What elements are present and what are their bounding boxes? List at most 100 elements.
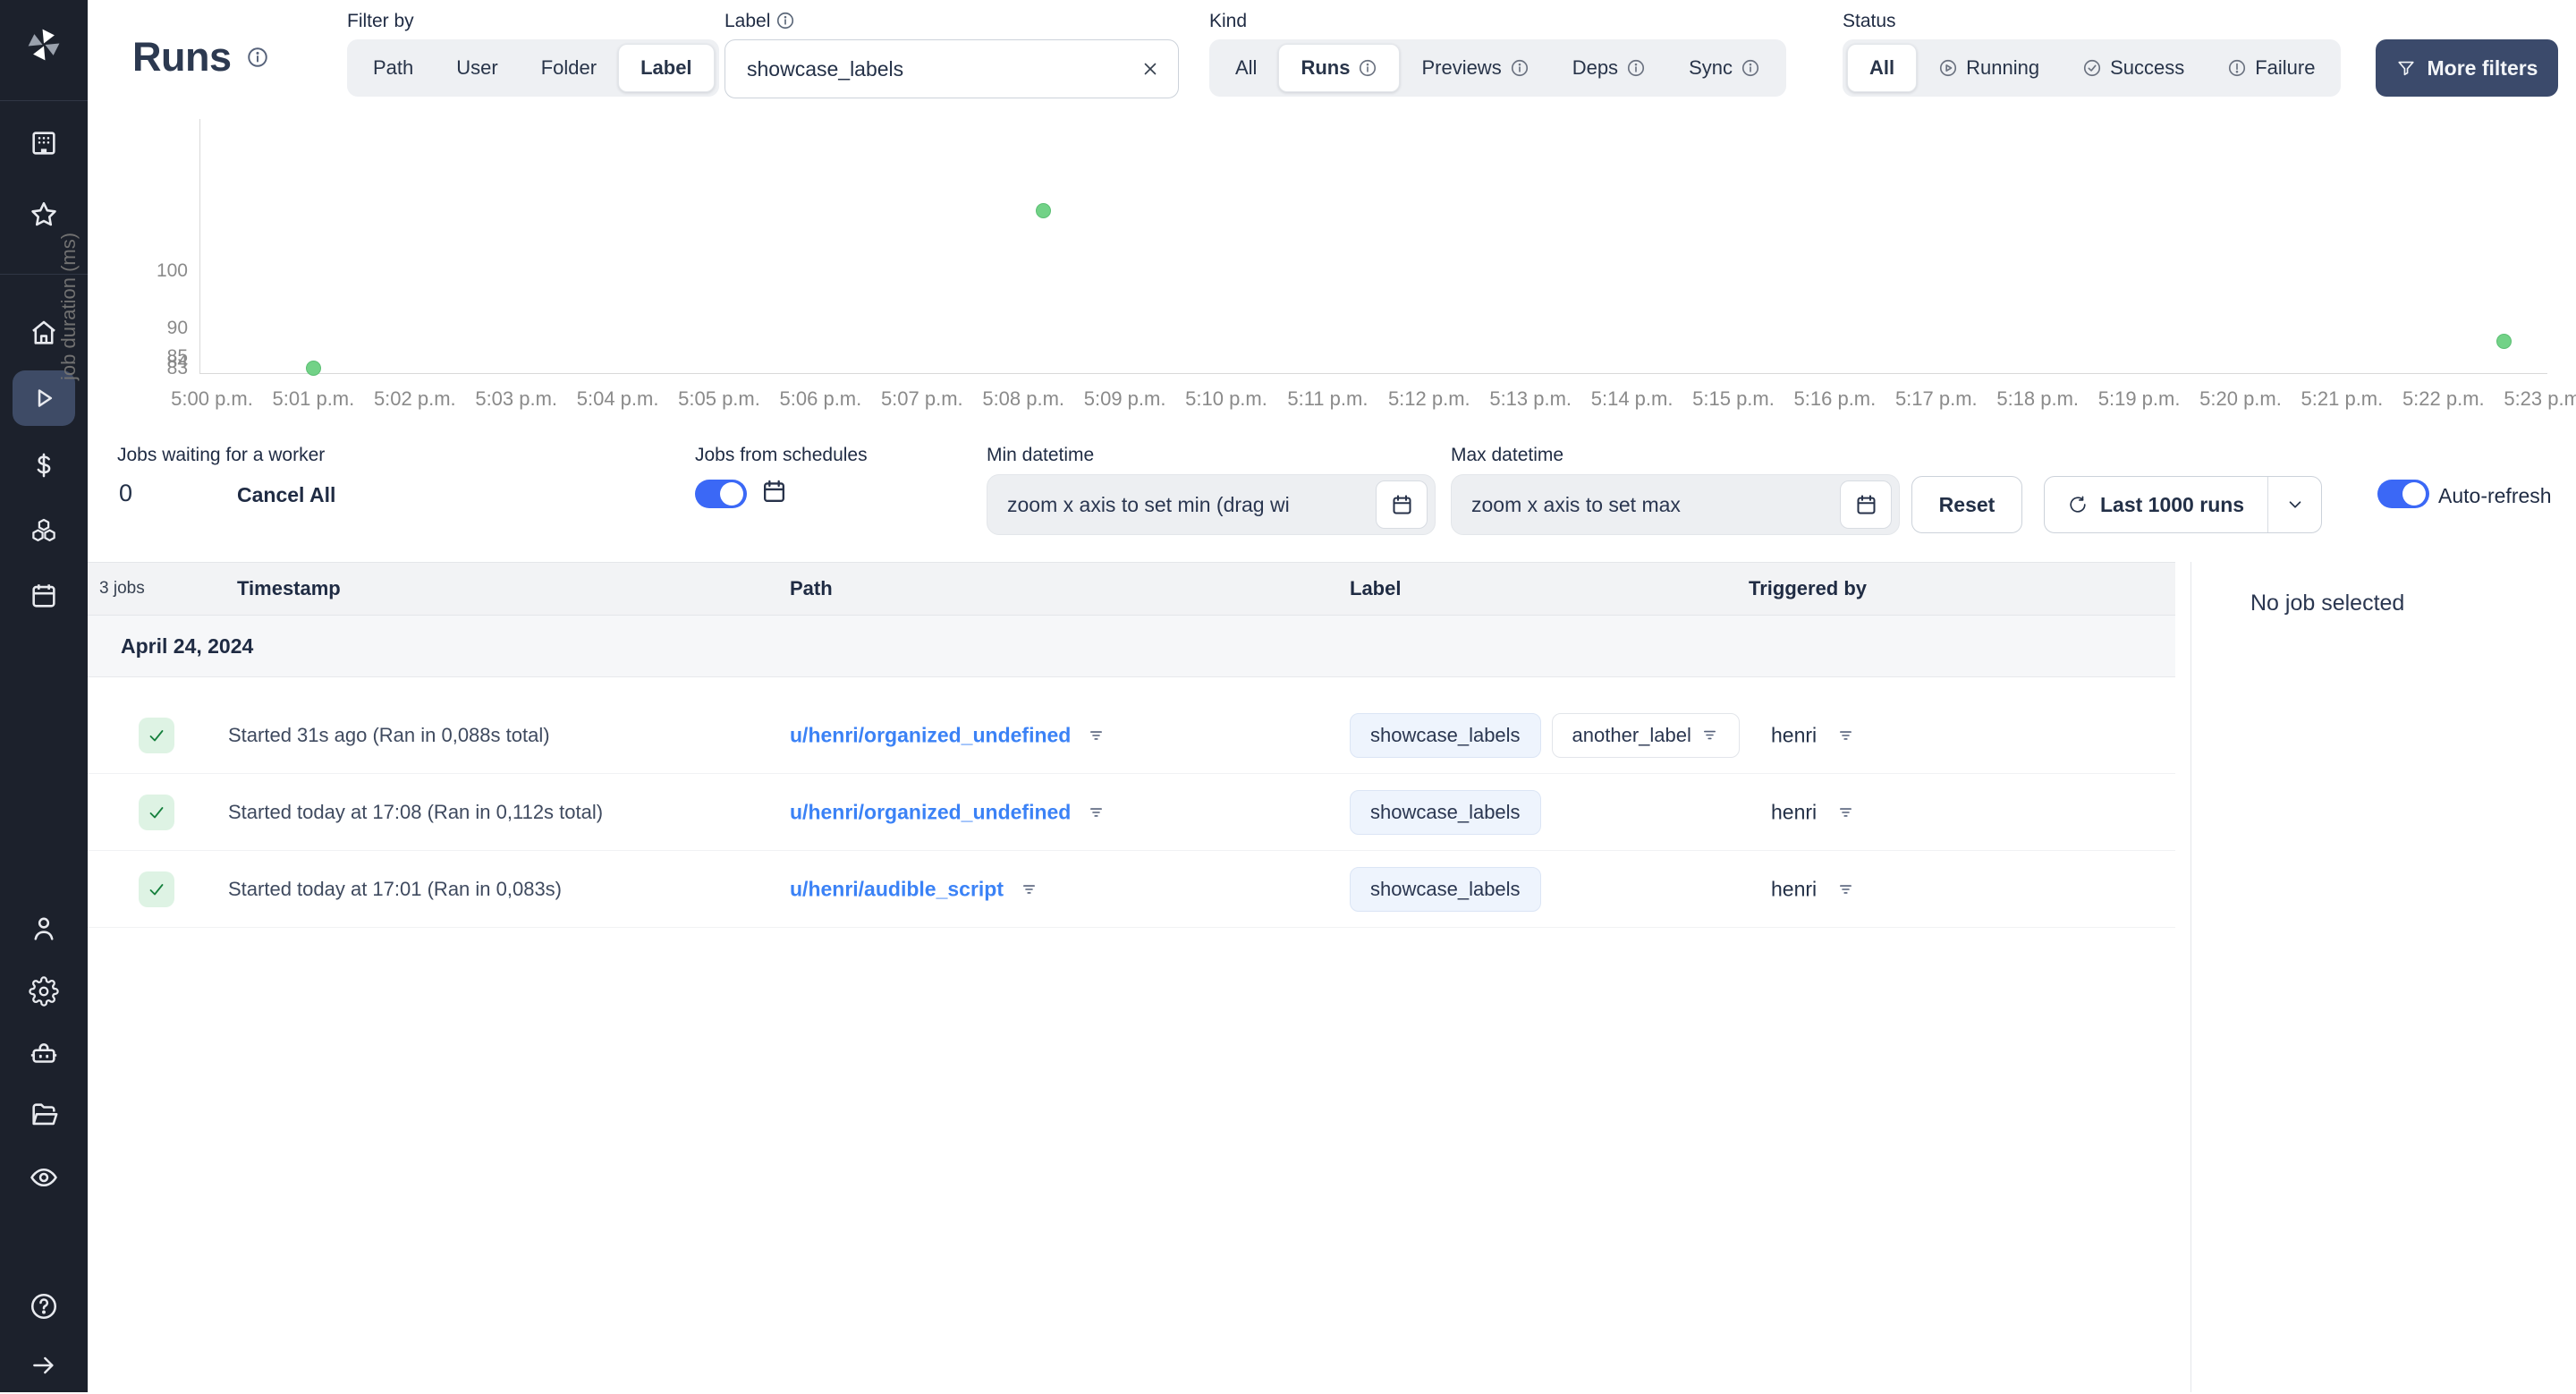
status-option-success[interactable]: Success <box>2061 44 2206 92</box>
refresh-runs-button[interactable]: Last 1000 runs <box>2045 477 2267 532</box>
triggered-by-user: henri <box>1771 723 1818 746</box>
min-datetime-placeholder: zoom x axis to set min (drag wi <box>1007 492 1290 516</box>
x-tick-label: 5:06 p.m. <box>779 387 862 410</box>
sidebar-item-folders[interactable] <box>0 1086 88 1143</box>
x-tick-label: 5:22 p.m. <box>2402 387 2485 410</box>
job-row[interactable]: Started today at 17:01 (Ran in 0,083s) u… <box>88 851 2175 928</box>
info-icon <box>1510 58 1530 78</box>
job-timestamp: Started today at 17:08 (Ran in 0,112s to… <box>228 800 604 823</box>
triggered-by-user: henri <box>1771 800 1818 823</box>
max-datetime-label: Max datetime <box>1451 445 1564 465</box>
job-labels: showcase_labels another_label <box>1350 712 1740 758</box>
jobs-table-body: Started 31s ago (Ran in 0,088s total) u/… <box>88 677 2175 928</box>
sidebar-item-collapse[interactable] <box>0 1337 88 1394</box>
filter-by-option-folder[interactable]: Folder <box>520 44 618 92</box>
job-path-link[interactable]: u/henri/organized_undefined <box>790 800 1071 824</box>
x-tick-label: 5:03 p.m. <box>475 387 558 410</box>
calendar-icon <box>29 581 59 611</box>
auto-refresh-label: Auto-refresh <box>2438 484 2552 507</box>
label-chip[interactable]: another_label <box>1551 712 1740 758</box>
label-filter-field <box>724 39 1179 98</box>
x-tick-label: 5:07 p.m. <box>880 387 963 410</box>
jobs-count: 3 jobs <box>99 579 145 598</box>
jobs-waiting-label: Jobs waiting for a worker <box>117 445 326 465</box>
calendar-icon[interactable] <box>1376 480 1428 529</box>
x-tick-label: 5:21 p.m. <box>2301 387 2384 410</box>
filter-by-option-user[interactable]: User <box>435 44 519 92</box>
filter-icon[interactable] <box>1836 880 1855 898</box>
cancel-all-button[interactable]: Cancel All <box>237 483 335 507</box>
job-path-link[interactable]: u/henri/organized_undefined <box>790 723 1071 747</box>
kind-option-deps[interactable]: Deps <box>1551 44 1667 92</box>
label-chip: showcase_labels <box>1350 866 1541 912</box>
x-tick-label: 5:04 p.m. <box>576 387 659 410</box>
x-tick-label: 5:23 p.m. <box>2504 387 2576 410</box>
gear-icon <box>29 976 59 1007</box>
x-tick-label: 5:10 p.m. <box>1185 387 1267 410</box>
min-datetime-field[interactable]: zoom x axis to set min (drag wi <box>987 474 1436 535</box>
filter-icon[interactable] <box>1700 726 1719 744</box>
x-tick-label: 5:00 p.m. <box>171 387 253 410</box>
clear-label-icon[interactable] <box>1140 59 1160 79</box>
runs-duration-chart[interactable]: job duration (ms) 100 90 85 84 83 5:00 p.m. 5:… <box>0 116 2576 438</box>
auto-refresh-toggle[interactable] <box>2377 480 2429 508</box>
info-icon <box>1358 58 1377 78</box>
runs-window-select: Last 1000 runs <box>2044 476 2323 533</box>
filter-icon[interactable] <box>1087 803 1106 821</box>
sidebar-item-resources[interactable] <box>0 503 88 560</box>
calendar-icon[interactable] <box>1840 480 1892 529</box>
info-icon[interactable] <box>775 11 795 30</box>
kind-option-previews[interactable]: Previews <box>1400 44 1550 92</box>
schedules-toggle[interactable] <box>695 480 747 508</box>
job-row[interactable]: Started 31s ago (Ran in 0,088s total) u/… <box>88 697 2175 774</box>
dollar-icon <box>29 450 59 480</box>
filter-icon[interactable] <box>1087 726 1106 744</box>
cubes-icon <box>29 516 59 547</box>
job-labels: showcase_labels <box>1350 866 1541 912</box>
y-tick-label: 83 <box>166 357 188 378</box>
info-icon[interactable] <box>246 46 269 69</box>
y-tick-label: 90 <box>166 318 188 338</box>
filter-icon[interactable] <box>1836 803 1855 821</box>
sidebar-item-schedules[interactable] <box>0 567 88 625</box>
sidebar-item-help[interactable] <box>0 1278 88 1335</box>
windmill-logo[interactable] <box>0 16 88 73</box>
runs-window-dropdown[interactable] <box>2267 477 2321 532</box>
job-detail-panel: No job selected <box>2190 562 2576 1392</box>
status-option-running[interactable]: Running <box>1917 44 2061 92</box>
sidebar-item-workers[interactable] <box>0 1025 88 1083</box>
column-label: Label <box>1350 577 1402 599</box>
calendar-icon[interactable] <box>760 478 788 506</box>
filter-icon[interactable] <box>1020 880 1038 898</box>
kind-option-sync[interactable]: Sync <box>1667 44 1782 92</box>
job-path-link[interactable]: u/henri/audible_script <box>790 877 1004 901</box>
chevron-down-icon <box>2285 495 2305 514</box>
sidebar-item-variables[interactable] <box>0 437 88 494</box>
job-row[interactable]: Started today at 17:08 (Ran in 0,112s to… <box>88 774 2175 851</box>
x-tick-label: 5:13 p.m. <box>1489 387 1572 410</box>
more-filters-button[interactable]: More filters <box>2376 39 2558 97</box>
x-tick-label: 5:01 p.m. <box>272 387 355 410</box>
kind-option-all[interactable]: All <box>1214 44 1278 92</box>
job-labels: showcase_labels <box>1350 789 1541 835</box>
x-tick-label: 5:09 p.m. <box>1083 387 1166 410</box>
status-option-failure[interactable]: Failure <box>2206 44 2336 92</box>
alert-circle-icon <box>2227 58 2247 78</box>
filter-by-option-path[interactable]: Path <box>352 44 435 92</box>
x-tick-label: 5:08 p.m. <box>982 387 1065 410</box>
sidebar-item-account[interactable] <box>0 900 88 957</box>
sidebar-item-settings[interactable] <box>0 963 88 1020</box>
sidebar-item-audit-logs[interactable] <box>0 1149 88 1206</box>
filter-by-option-label[interactable]: Label <box>618 44 715 92</box>
kind-option-runs[interactable]: Runs <box>1278 44 1401 92</box>
job-data-point[interactable] <box>1036 203 1052 219</box>
filter-by-segmented: Path User Folder Label <box>347 39 719 97</box>
max-datetime-field[interactable]: zoom x axis to set max <box>1451 474 1900 535</box>
label-filter-input[interactable] <box>747 56 1140 81</box>
filter-icon[interactable] <box>1836 726 1855 744</box>
page-title: Runs <box>132 34 269 81</box>
status-option-all[interactable]: All <box>1847 44 1918 92</box>
job-data-point[interactable] <box>2496 334 2512 350</box>
person-icon <box>29 914 59 944</box>
reset-button[interactable]: Reset <box>1911 476 2022 533</box>
